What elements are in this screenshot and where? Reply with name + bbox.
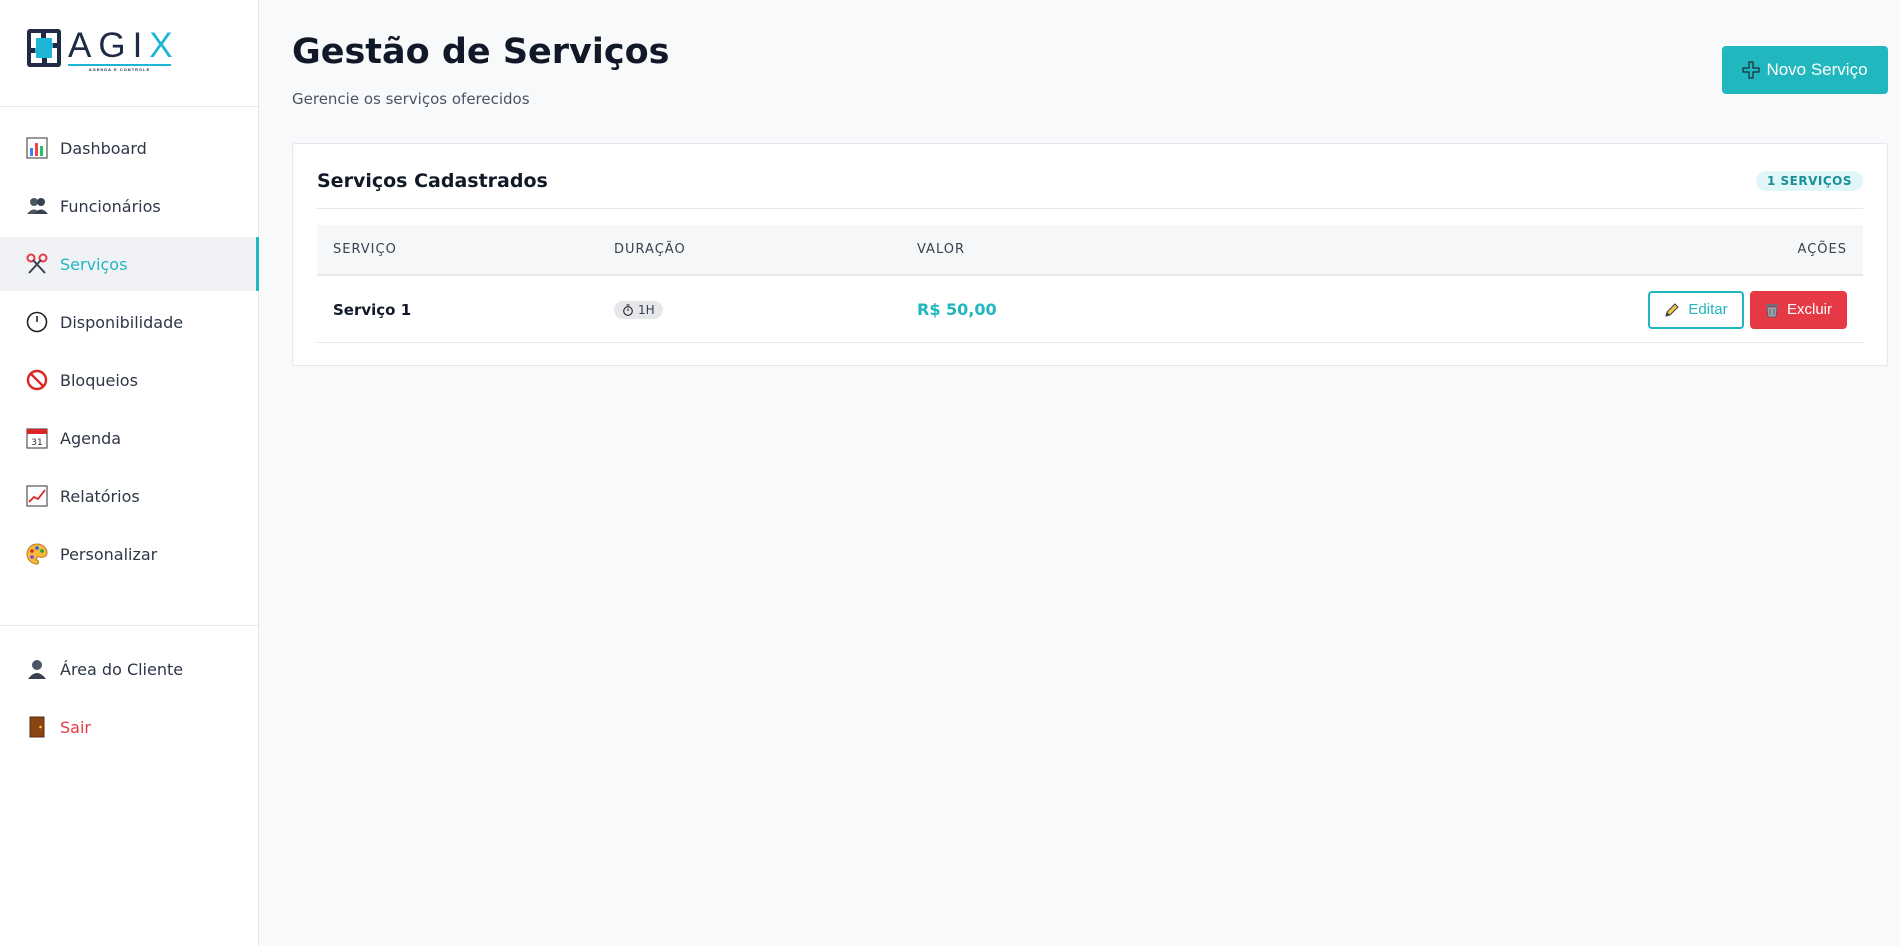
- bar-chart-icon: [26, 137, 48, 159]
- services-table: SERVIÇO DURAÇÃO VALOR AÇÕES Serviço 1 1H…: [317, 225, 1863, 343]
- sidebar-item-agenda[interactable]: 31 Agenda: [0, 411, 258, 465]
- column-header-acoes: AÇÕES: [1797, 242, 1847, 257]
- sidebar-nav: Dashboard Funcionários Serviços Disponib…: [0, 107, 259, 754]
- page-title: Gestão de Serviços: [292, 32, 670, 72]
- clock-icon: [26, 311, 48, 333]
- page-subtitle: Gerencie os serviços oferecidos: [292, 90, 530, 108]
- sidebar-item-relatorios[interactable]: Relatórios: [0, 469, 258, 523]
- sidebar-item-disponibilidade[interactable]: Disponibilidade: [0, 295, 258, 349]
- sidebar-item-servicos[interactable]: Serviços: [0, 237, 259, 291]
- sidebar-item-personalizar[interactable]: Personalizar: [0, 527, 258, 581]
- brand-word-accent: X: [149, 26, 180, 65]
- sidebar-divider: [0, 625, 258, 626]
- delete-button[interactable]: Excluir: [1750, 290, 1847, 329]
- sidebar-item-area-cliente[interactable]: Área do Cliente: [0, 642, 258, 696]
- brand-word: AGI: [68, 26, 150, 65]
- edit-label: Editar: [1688, 301, 1728, 318]
- brand-logo[interactable]: AGIX AGENDA E CONTROLE: [0, 0, 258, 107]
- logo-mark-icon: [27, 29, 61, 67]
- sidebar-item-label: Disponibilidade: [60, 312, 184, 332]
- duration-badge: 1H: [614, 300, 663, 319]
- prohibited-icon: [26, 369, 48, 391]
- brand-tagline: AGENDA E CONTROLE: [68, 64, 171, 72]
- new-service-label: Novo Serviço: [1766, 60, 1868, 79]
- people-icon: [26, 195, 48, 217]
- sidebar-item-label: Sair: [60, 717, 91, 737]
- table-header: SERVIÇO DURAÇÃO VALOR AÇÕES: [317, 225, 1863, 276]
- line-chart-icon: [26, 485, 48, 507]
- sidebar-item-label: Funcionários: [60, 196, 161, 216]
- sidebar-item-label: Relatórios: [60, 486, 140, 506]
- sidebar-item-bloqueios[interactable]: Bloqueios: [0, 353, 258, 407]
- user-icon: [26, 658, 48, 680]
- service-name: Serviço 1: [333, 300, 412, 319]
- door-icon: [26, 716, 48, 738]
- pencil-icon: [1665, 302, 1680, 317]
- table-row: Serviço 1 1H R$ 50,00 Editar Excluir: [317, 276, 1863, 343]
- services-count-badge: 1 SERVIÇOS: [1755, 171, 1863, 191]
- row-actions: Editar Excluir: [1648, 276, 1847, 343]
- duration-value: 1H: [638, 302, 655, 317]
- palette-icon: [26, 543, 48, 565]
- card-divider: [317, 208, 1863, 209]
- plus-icon: [1742, 61, 1761, 79]
- sidebar-item-label: Dashboard: [60, 138, 147, 158]
- column-header-duracao: DURAÇÃO: [614, 242, 686, 257]
- sidebar: AGIX AGENDA E CONTROLE Dashboard Funcion…: [0, 0, 259, 946]
- calendar-icon: 31: [26, 427, 48, 449]
- card-title: Serviços Cadastrados: [317, 170, 548, 192]
- sidebar-item-funcionarios[interactable]: Funcionários: [0, 179, 258, 233]
- calendar-day: 31: [31, 438, 42, 448]
- sidebar-item-sair[interactable]: Sair: [0, 700, 258, 754]
- service-price: R$ 50,00: [917, 300, 997, 319]
- trash-icon: [1765, 303, 1778, 317]
- edit-button[interactable]: Editar: [1648, 290, 1744, 329]
- sidebar-item-label: Bloqueios: [60, 370, 138, 390]
- scissors-icon: [26, 253, 48, 275]
- new-service-button[interactable]: Novo Serviço: [1722, 46, 1888, 94]
- column-header-valor: VALOR: [917, 242, 965, 257]
- stopwatch-icon: [623, 303, 633, 316]
- sidebar-item-label: Área do Cliente: [60, 659, 184, 679]
- delete-label: Excluir: [1786, 301, 1832, 318]
- sidebar-item-label: Personalizar: [60, 544, 158, 564]
- sidebar-item-label: Agenda: [60, 428, 122, 448]
- sidebar-item-label: Serviços: [60, 254, 128, 274]
- column-header-servico: SERVIÇO: [333, 242, 397, 257]
- services-card: Serviços Cadastrados 1 SERVIÇOS SERVIÇO …: [292, 143, 1888, 366]
- sidebar-item-dashboard[interactable]: Dashboard: [0, 121, 258, 175]
